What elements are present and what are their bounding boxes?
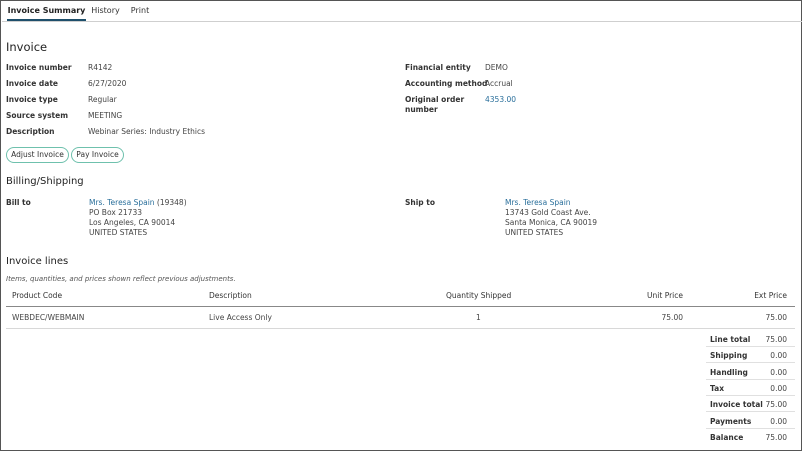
totals-divider xyxy=(706,411,795,412)
invoice-type-value: Regular xyxy=(88,95,117,104)
shipping-label: Shipping xyxy=(710,351,748,360)
billing-shipping-heading: Billing/Shipping xyxy=(6,176,84,187)
invoice-number-value: R4142 xyxy=(88,63,113,72)
invoice-lines-heading: Invoice lines xyxy=(6,256,69,267)
bill-to-label: Bill to xyxy=(6,198,31,207)
payments-value: 0.00 xyxy=(770,417,787,426)
tab-history[interactable]: History xyxy=(89,2,122,21)
invoice-number-label: Invoice number xyxy=(6,63,72,72)
original-order-number-link[interactable]: 4353.00 xyxy=(485,95,516,104)
col-ext-price: Ext Price xyxy=(754,291,787,300)
row-ext-price: 75.00 xyxy=(765,313,787,322)
bill-to-name-link[interactable]: Mrs. Teresa Spain xyxy=(89,198,155,207)
bill-to-name-row: Mrs. Teresa Spain (19348) xyxy=(89,198,187,207)
col-description: Description xyxy=(209,291,252,300)
line-total-value: 75.00 xyxy=(765,335,787,344)
ship-to-country: UNITED STATES xyxy=(505,228,564,237)
balance-label: Balance xyxy=(710,433,744,442)
source-system-value: MEETING xyxy=(88,111,123,120)
totals-divider xyxy=(706,428,795,429)
ship-to-name-link[interactable]: Mrs. Teresa Spain xyxy=(505,198,571,207)
ship-to-label: Ship to xyxy=(405,198,436,207)
source-system-label: Source system xyxy=(6,111,69,120)
invoice-heading: Invoice xyxy=(6,40,48,54)
totals-divider xyxy=(706,362,795,363)
ship-to-address-line2: Santa Monica, CA 90019 xyxy=(505,218,598,227)
adjustments-note: Items, quantities, and prices shown refl… xyxy=(6,275,236,283)
tax-label: Tax xyxy=(710,384,725,393)
invoice-type-label: Invoice type xyxy=(6,95,58,104)
totals-divider xyxy=(706,346,795,347)
original-order-number-label: Original order number xyxy=(405,95,465,114)
payments-label: Payments xyxy=(710,417,752,426)
row-product-code: WEBDEC/WEBMAIN xyxy=(12,313,85,322)
financial-entity-value: DEMO xyxy=(485,63,508,72)
tab-bar: Invoice Summary History Print xyxy=(2,2,802,22)
invoice-total-label: Invoice total xyxy=(710,400,763,409)
description-label: Description xyxy=(6,127,55,136)
totals-divider xyxy=(706,379,795,380)
pay-invoice-button[interactable]: Pay Invoice xyxy=(71,147,124,163)
adjust-invoice-button[interactable]: Adjust Invoice xyxy=(6,147,69,163)
handling-value: 0.00 xyxy=(770,368,787,377)
bill-to-customer-id: (19348) xyxy=(156,198,187,207)
table-header-divider xyxy=(6,306,795,307)
col-quantity-shipped: Quantity Shipped xyxy=(446,291,512,300)
description-value: Webinar Series: Industry Ethics xyxy=(88,127,206,136)
invoice-window: Invoice Summary History Print Invoice In… xyxy=(0,0,802,451)
handling-label: Handling xyxy=(710,368,748,377)
invoice-date-label: Invoice date xyxy=(6,79,58,88)
bill-to-country: UNITED STATES xyxy=(89,228,148,237)
col-unit-price: Unit Price xyxy=(647,291,683,300)
invoice-date-value: 6/27/2020 xyxy=(88,79,127,88)
tab-invoice-summary[interactable]: Invoice Summary xyxy=(7,2,86,21)
tax-value: 0.00 xyxy=(770,384,787,393)
totals-divider xyxy=(706,395,795,396)
invoice-total-value: 75.00 xyxy=(765,400,787,409)
accounting-method-label: Accounting method xyxy=(405,79,488,88)
financial-entity-label: Financial entity xyxy=(405,63,471,72)
row-description: Live Access Only xyxy=(209,313,272,322)
balance-value: 75.00 xyxy=(765,433,787,442)
shipping-value: 0.00 xyxy=(770,351,787,360)
row-unit-price: 75.00 xyxy=(661,313,683,322)
line-total-label: Line total xyxy=(710,335,751,344)
ship-to-address-line1: 13743 Gold Coast Ave. xyxy=(505,208,591,217)
accounting-method-value: Accrual xyxy=(485,79,513,88)
bill-to-address-line2: Los Angeles, CA 90014 xyxy=(89,218,176,227)
row-quantity: 1 xyxy=(476,313,481,322)
tab-print[interactable]: Print xyxy=(126,2,154,21)
table-row-divider xyxy=(6,328,795,329)
bill-to-address-line1: PO Box 21733 xyxy=(89,208,142,217)
col-product-code: Product Code xyxy=(12,291,63,300)
